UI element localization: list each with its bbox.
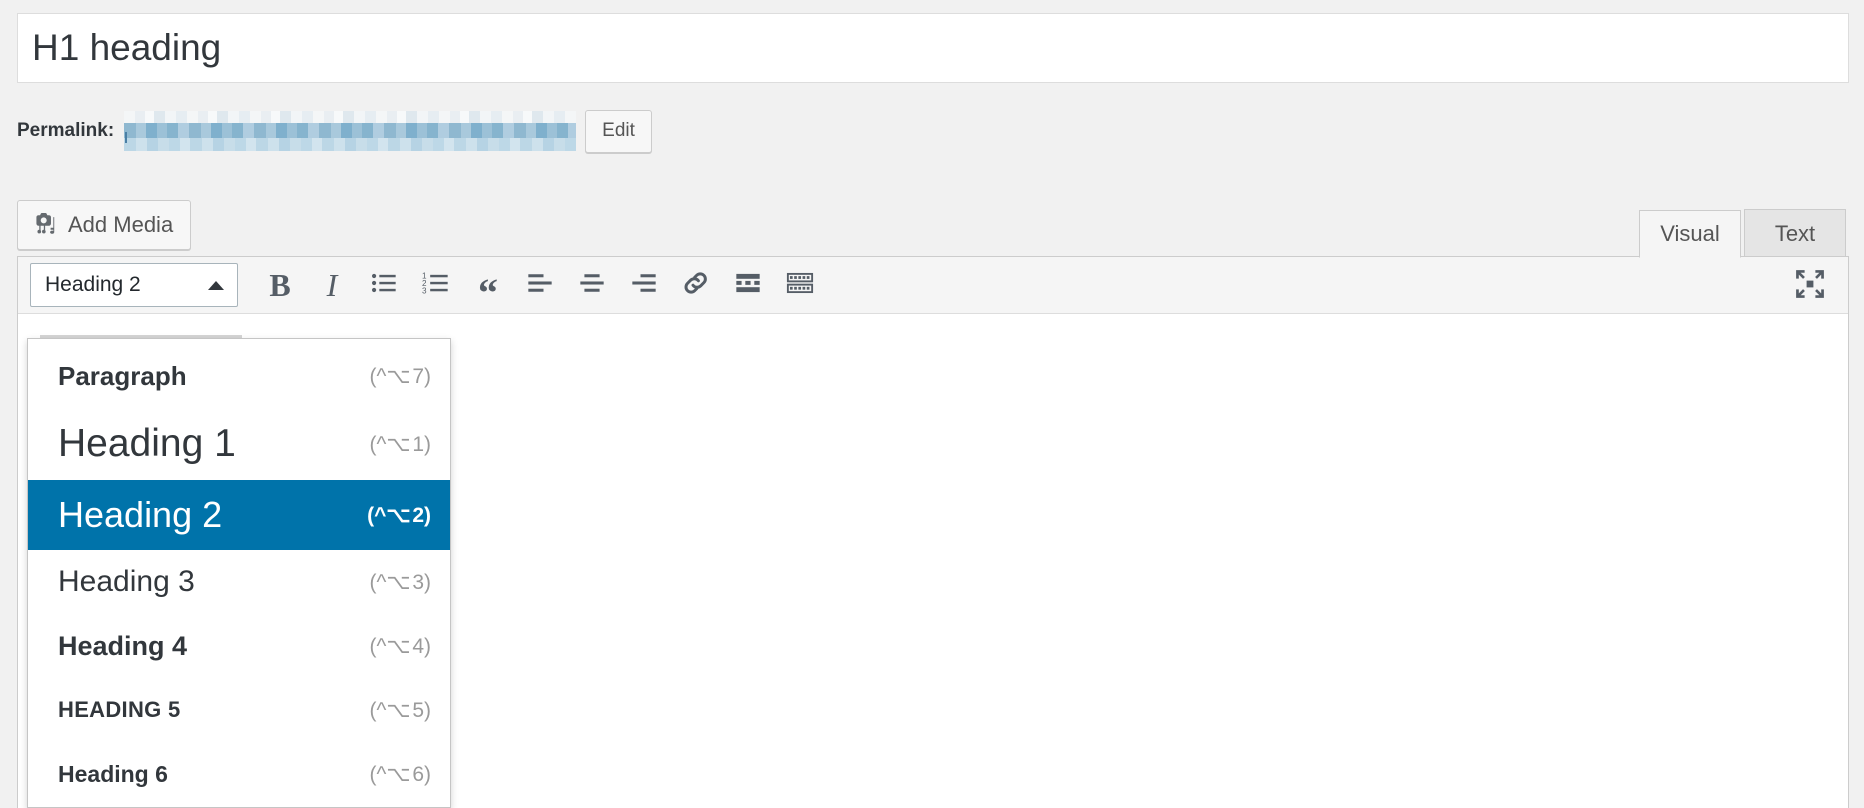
format-menu-item-label: Heading 3 [58,565,195,598]
toolbar-toggle-button[interactable] [774,261,826,309]
keyboard-icon [786,269,814,302]
format-menu-item-shortcut: (^⌥ 6) [369,762,431,786]
align-center-button[interactable] [566,261,618,309]
add-media-button[interactable]: Add Media [17,200,192,250]
format-menu-item-shortcut: (^⌥ 7) [369,365,431,388]
align-left-button[interactable] [514,261,566,309]
tab-visual[interactable]: Visual [1639,210,1741,258]
format-menu-item-label: Heading 2 [58,494,223,535]
add-media-label: Add Media [68,212,174,237]
blockquote-icon: “ [478,270,498,315]
format-menu-item-label: Heading 1 [58,422,236,465]
align-right-icon [630,269,658,302]
post-title-input[interactable] [18,14,1848,82]
format-menu-item-shortcut: (^⌥ 3) [369,570,431,594]
align-left-icon [526,269,554,302]
format-select-label: Heading 2 [45,273,141,296]
italic-button[interactable]: I [306,261,358,309]
permalink-edit-button[interactable]: Edit [585,109,652,153]
permalink-url-redacted[interactable] [124,110,577,152]
post-title-field-wrapper [17,13,1849,83]
bold-icon: B [269,267,291,303]
format-menu-item-heading-2[interactable]: Heading 2 (^⌥ 2) [28,480,450,550]
permalink-row: Permalink: Edit [17,108,652,154]
italic-icon: I [326,267,338,303]
tab-text[interactable]: Text [1744,209,1846,257]
format-select-button[interactable]: Heading 2 [30,263,238,307]
permalink-label: Permalink: [17,120,115,141]
numbered-list-button[interactable]: 1 2 3 [410,261,462,309]
read-more-icon [734,269,762,302]
svg-text:3: 3 [422,286,427,295]
format-menu-item-label: Heading 5 [58,697,181,722]
media-buttons-row: Add Media [17,200,192,250]
read-more-button[interactable] [722,261,774,309]
format-menu-item-shortcut: (^⌥ 2) [367,503,431,527]
numbered-list-icon: 1 2 3 [422,269,450,302]
format-menu-item-label: Paragraph [58,361,187,391]
format-menu-item-shortcut: (^⌥ 1) [369,432,431,456]
format-menu-item-heading-3[interactable]: Heading 3 (^⌥ 3) [28,550,450,614]
format-menu-item-heading-5[interactable]: Heading 5 (^⌥ 5) [28,678,450,742]
bold-button[interactable]: B [254,261,306,309]
fullscreen-expand-icon [1793,267,1827,306]
chevron-up-icon [208,280,224,290]
format-menu-item-heading-4[interactable]: Heading 4 (^⌥ 4) [28,614,450,678]
bulleted-list-icon [370,269,398,302]
format-menu-item-shortcut: (^⌥ 5) [369,698,431,722]
distraction-free-writing-button[interactable] [1786,262,1834,310]
camera-music-icon [32,210,58,241]
align-center-icon [578,269,606,302]
editor-toolbar: Heading 2 B I 1 2 3 “ [18,257,1848,314]
insert-link-button[interactable] [670,261,722,309]
format-menu-item-label: Heading 6 [58,760,168,787]
editor-mode-tabs: Visual Text [1639,209,1846,258]
format-menu-item-shortcut: (^⌥ 4) [369,634,431,658]
format-menu-item-heading-6[interactable]: Heading 6 (^⌥ 6) [28,742,450,806]
wordpress-post-editor: Permalink: Edit Add Media Visua [0,0,1864,808]
format-dropdown-menu[interactable]: Paragraph (^⌥ 7) Heading 1 (^⌥ 1) Headin… [27,338,451,808]
format-menu-item-heading-1[interactable]: Heading 1 (^⌥ 1) [28,408,450,480]
format-menu-item-paragraph[interactable]: Paragraph (^⌥ 7) [28,345,450,408]
blockquote-button[interactable]: “ [462,261,514,313]
bulleted-list-button[interactable] [358,261,410,309]
format-menu-item-label: Heading 4 [58,630,188,661]
link-icon [681,268,711,303]
align-right-button[interactable] [618,261,670,309]
